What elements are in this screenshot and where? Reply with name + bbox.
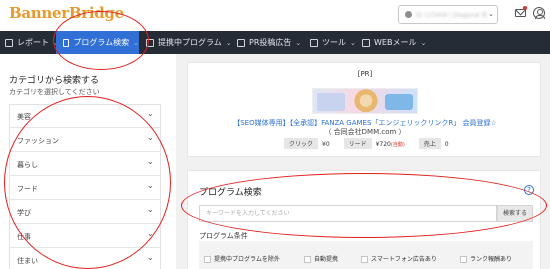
stat-value-sales: 0 (444, 141, 449, 148)
chevron-down-icon: ⌄ (225, 38, 232, 47)
account-label: ID 123456 | Diagonal 名前 (416, 12, 488, 19)
pr-company: （ 合同会社DMM.com ） (324, 128, 406, 136)
pr-banner-image[interactable] (312, 88, 418, 114)
nav-affiliated-label: 提携中プログラム (158, 38, 222, 47)
pr-title: [PR] (357, 70, 373, 78)
checkbox[interactable] (204, 256, 211, 263)
stat-value-lead-amount: ¥720 (375, 141, 391, 148)
user-icon[interactable] (533, 7, 545, 19)
condition-exclude-affiliated[interactable]: 提携中プログラムを除外 (204, 254, 280, 263)
banner-art-left (317, 93, 345, 111)
category-panel-title: カテゴリから検索する (9, 76, 100, 86)
id-icon (405, 11, 412, 18)
chevron-down-icon: ⌄ (147, 109, 154, 118)
condition-smartphone-ads[interactable]: スマートフォン広告あり (361, 254, 437, 263)
nav-affiliated-programs[interactable]: 提携中プログラム ⌄ (146, 31, 232, 54)
conditions-title: プログラム条件 (199, 232, 248, 240)
nav-pr-label: PR投稿広告 (249, 38, 292, 47)
mail-icon[interactable] (515, 9, 526, 17)
nav-webmail-label: WEBメール (374, 38, 417, 47)
condition-label: 提携中プログラムを除外 (214, 256, 280, 263)
stat-tag-lead: リード (343, 138, 372, 149)
chat-icon (237, 38, 245, 47)
chevron-down-icon: ⌄ (295, 38, 302, 47)
account-selector[interactable]: ID 123456 | Diagonal 名前 ⌄ (398, 5, 498, 24)
stat-value-lead: ¥720(自動) (376, 141, 405, 148)
nav-pr-posts[interactable]: PR投稿広告 ⌄ (237, 31, 301, 54)
chevron-down-icon: ⌄ (488, 10, 494, 18)
nav-tools[interactable]: ツール ⌄ (310, 31, 356, 54)
checkbox[interactable] (304, 256, 311, 263)
folder-icon (310, 38, 318, 47)
notification-dot (523, 6, 527, 10)
pr-card: [PR] 【SEO媒体専用】【全承認】FANZA GAMES「エンジェリックリン… (187, 62, 541, 157)
stat-tag-sales: 売上 (418, 138, 441, 149)
annotation-ellipse-nav (53, 11, 149, 70)
nav-webmail[interactable]: WEBメール ⌄ (362, 31, 426, 54)
condition-label: ランク報酬あり (470, 256, 513, 263)
category-label: 住まい (17, 257, 38, 265)
chevron-down-icon: ⌄ (147, 253, 154, 262)
condition-label: 自動提携 (314, 256, 339, 263)
stat-tag-click: クリック (284, 138, 319, 149)
banner-art-right (385, 94, 413, 110)
nav-tools-label: ツール (322, 38, 346, 47)
condition-label: スマートフォン広告あり (371, 256, 437, 263)
conditions-row: 提携中プログラムを除外 自動提携 スマートフォン広告あり ランク報酬あり (199, 241, 533, 269)
nav-report[interactable]: レポート ⌄ (5, 31, 59, 54)
checkbox[interactable] (460, 256, 467, 263)
chevron-down-icon: ⌄ (420, 38, 427, 47)
report-icon (5, 38, 13, 47)
stat-value-click: ¥0 (322, 141, 330, 148)
condition-rank-reward[interactable]: ランク報酬あり (460, 254, 512, 263)
chevron-down-icon: ⌄ (350, 38, 356, 47)
stat-value-lead-note: (自動) (390, 142, 405, 148)
mail-icon (362, 38, 370, 47)
checkbox[interactable] (361, 256, 368, 263)
banner-character (351, 89, 381, 113)
pr-stats: クリック ¥0 リード ¥720(自動) 売上 0 (284, 138, 461, 149)
annotation-ellipse-search (181, 173, 547, 238)
nav-report-label: レポート (17, 38, 49, 47)
annotation-ellipse-categories (4, 96, 171, 269)
condition-auto-affiliate[interactable]: 自動提携 (304, 254, 338, 263)
